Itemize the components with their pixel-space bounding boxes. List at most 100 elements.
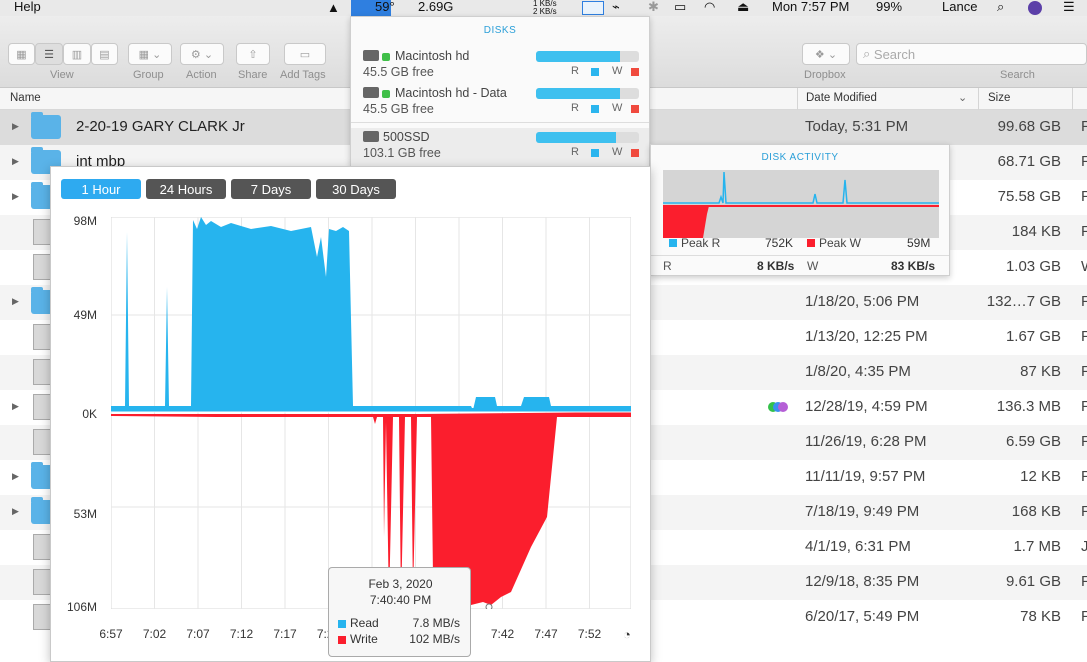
disclosure-triangle-icon[interactable]: ▶ [12, 121, 19, 132]
x-axis-label: 7:12 [229, 627, 254, 641]
row-date: 4/1/19, 6:31 PM [805, 538, 911, 555]
x-axis-label: 7:47 [534, 627, 558, 641]
row-size: 1.7 MB [1013, 538, 1061, 555]
column-size[interactable]: Size [988, 92, 1010, 104]
eject-icon[interactable]: ⏏ [737, 0, 749, 15]
wifi-icon[interactable]: ◠ [704, 0, 715, 15]
hover-marker [485, 603, 493, 609]
disk-usage-bar [536, 51, 639, 62]
action-button[interactable]: ⚙ ⌄ [180, 43, 224, 65]
disk-status-dot [382, 53, 390, 61]
disclosure-triangle-icon[interactable]: ▶ [12, 506, 19, 517]
list-view-button[interactable]: ☰ [35, 43, 63, 65]
column-date[interactable]: Date Modified [806, 92, 877, 104]
sort-chevron-icon[interactable]: ⌄ [958, 91, 967, 104]
peak-write-swatch [807, 239, 815, 247]
notification-center-icon[interactable]: ☰ [1063, 0, 1075, 15]
disclosure-triangle-icon[interactable]: ▶ [12, 296, 19, 307]
clock-icon[interactable]: ◔ [623, 627, 631, 642]
disclosure-triangle-icon[interactable]: ▶ [12, 401, 19, 412]
disclosure-triangle-icon[interactable]: ▶ [12, 156, 19, 167]
row-kind: F [1081, 153, 1087, 170]
spotlight-icon[interactable]: ⌕ [997, 0, 1004, 15]
icon-view-button[interactable]: ▦ [8, 43, 35, 65]
tooltip-write-label: Write [350, 632, 378, 646]
range-button[interactable]: 30 Days [316, 179, 396, 199]
memory-readout[interactable]: 2.69G [418, 0, 453, 14]
disk-free: 103.1 GB free [363, 146, 441, 160]
disk-item[interactable]: Macintosh hd - Data 45.5 GB free R W [351, 84, 649, 122]
group-button[interactable]: ▦ ⌄ [128, 43, 172, 65]
row-size: 168 KB [1011, 503, 1061, 520]
column-name[interactable]: Name [10, 92, 41, 104]
row-kind: F [1081, 573, 1087, 590]
user-name[interactable]: Lance [942, 0, 977, 14]
tooltip-write-value: 102 MB/s [409, 632, 460, 646]
tooltip-write-swatch [338, 636, 346, 644]
disk-usage-fill [536, 132, 617, 143]
row-size: 75.58 GB [997, 188, 1061, 205]
row-date: 6/20/17, 5:49 PM [805, 608, 920, 625]
row-date: 1/18/20, 5:06 PM [805, 293, 920, 310]
search-field[interactable]: ⌕ Search [856, 43, 1087, 65]
tag-dots [768, 402, 788, 412]
y-axis-label: 53M [73, 507, 97, 521]
row-size: 132…7 GB [986, 293, 1061, 310]
tooltip-date: Feb 3, 2020 [368, 577, 433, 591]
disk-write-label: W [612, 65, 623, 77]
temp-readout[interactable]: 59° [375, 0, 395, 14]
disk-free: 45.5 GB free [363, 102, 434, 116]
read-label: R [663, 259, 672, 273]
battery-status-icon[interactable]: ⌁ [612, 0, 620, 15]
disk-status-dot [382, 90, 390, 98]
tooltip-read-label: Read [350, 616, 379, 630]
disk-usage-bar [536, 88, 639, 99]
search-label: Search [1000, 69, 1035, 81]
row-size: 87 KB [1020, 363, 1061, 380]
triangle-icon[interactable]: ▲ [327, 0, 340, 15]
peak-read-value: 752K [765, 236, 794, 250]
chart-tooltip: Feb 3, 2020 7:40:40 PM Read 7.8 MB/s Wri… [328, 567, 471, 657]
x-axis-label: 6:57 [99, 627, 123, 641]
disk-history-chart[interactable] [111, 217, 631, 609]
network-readout[interactable]: 1 KB/s 2 KB/s [533, 0, 563, 16]
read-rate: 8 KB/s [757, 259, 795, 273]
disk-read-indicator [591, 105, 599, 113]
disk-activity-panel: DISK ACTIVITY Peak R 752K Peak W 59M R 8… [650, 144, 950, 276]
y-axis-label: 49M [73, 308, 97, 322]
action-label: Action [186, 69, 217, 81]
row-kind: F [1081, 223, 1087, 240]
disclosure-triangle-icon[interactable]: ▶ [12, 191, 19, 202]
battery-percent[interactable]: 99% [876, 0, 902, 14]
disk-read-indicator [591, 149, 599, 157]
add-tags-button[interactable]: ▭ [284, 43, 326, 65]
row-kind: F [1081, 328, 1087, 345]
dropbox-button[interactable]: ❖ ⌄ [802, 43, 850, 65]
range-button[interactable]: 7 Days [231, 179, 311, 199]
column-view-button[interactable]: ▥ [63, 43, 91, 65]
row-size: 184 KB [1011, 223, 1061, 240]
range-button[interactable]: 24 Hours [146, 179, 226, 199]
disclosure-triangle-icon[interactable]: ▶ [12, 471, 19, 482]
activity-sparkline [663, 170, 939, 238]
gallery-view-button[interactable]: ▤ [91, 43, 118, 65]
disk-read-label: R [571, 102, 579, 114]
clock[interactable]: Mon 7:57 PM [772, 0, 849, 14]
menu-help[interactable]: Help [14, 0, 41, 14]
folder-icon [31, 112, 61, 139]
disk-item[interactable]: 500SSD 103.1 GB free R W [351, 128, 649, 166]
airplay-icon[interactable]: ▭ [674, 0, 686, 15]
disk-meter-icon[interactable] [582, 1, 604, 15]
x-axis-label: 7:52 [577, 627, 602, 641]
bluetooth-icon[interactable]: ✱ [648, 0, 659, 15]
disk-item[interactable]: Macintosh hd 45.5 GB free R W [351, 47, 649, 85]
siri-icon[interactable] [1028, 1, 1042, 15]
range-button[interactable]: 1 Hour [61, 179, 141, 199]
y-axis-label: 98M [73, 214, 97, 228]
disk-name: Macintosh hd [395, 49, 470, 63]
disk-usage-bar [536, 132, 639, 143]
disk-write-label: W [612, 146, 623, 158]
x-axis-label: 7:17 [273, 627, 297, 641]
row-kind: F [1081, 433, 1087, 450]
share-button[interactable]: ⇧ [236, 43, 270, 65]
